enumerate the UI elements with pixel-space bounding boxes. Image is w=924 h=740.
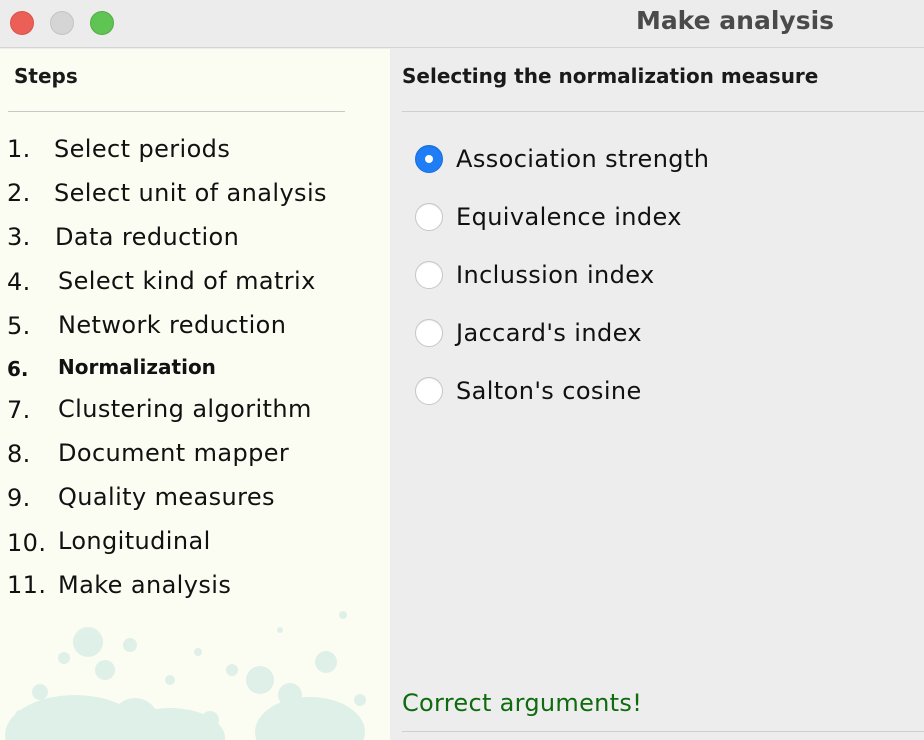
step-label: Document mapper [58,439,290,467]
step-number: 4. [7,268,31,296]
step-label: Make analysis [58,571,232,599]
step-number: 5. [7,312,31,340]
step-label: Normalization [58,355,216,379]
radio-button[interactable] [415,261,443,289]
step-label: Quality measures [58,483,275,511]
panel-divider [402,111,924,112]
step-label: Network reduction [58,311,287,339]
option-association-strength[interactable]: Association strength [415,143,709,175]
status-divider [402,731,924,732]
step-number: 10. [7,529,47,557]
decorative-bubbles [5,611,366,740]
step-number: 2. [7,179,31,207]
step-label: Select kind of matrix [58,267,316,295]
normalization-panel: Selecting the normalization measure Asso… [390,49,924,740]
panel-heading: Selecting the normalization measure [402,64,819,88]
steps-sidebar: Steps 1. Select periods 2. Select unit o… [0,49,390,740]
option-label: Equivalence index [456,203,682,231]
step-label: Select unit of analysis [54,179,327,207]
status-message: Correct arguments! [402,689,643,717]
option-saltons-cosine[interactable]: Salton's cosine [415,375,642,407]
step-number: 3. [7,223,31,251]
radio-button[interactable] [415,145,443,173]
option-inclussion-index[interactable]: Inclussion index [415,259,655,291]
close-window-button[interactable] [10,11,34,35]
minimize-window-button[interactable] [50,11,74,35]
radio-button[interactable] [415,203,443,231]
step-number: 8. [7,440,31,468]
option-equivalence-index[interactable]: Equivalence index [415,201,682,233]
step-label: Clustering algorithm [58,395,312,423]
step-label: Longitudinal [58,527,211,555]
step-label: Select periods [54,135,231,163]
step-number: 7. [7,396,31,424]
option-label: Inclussion index [456,261,655,289]
sidebar-divider [8,111,345,112]
step-number: 11. [7,571,47,599]
step-number: 6. [7,357,29,381]
zoom-window-button[interactable] [90,11,114,35]
option-jaccards-index[interactable]: Jaccard's index [415,317,642,349]
step-number: 9. [7,484,31,512]
option-label: Association strength [456,145,710,173]
title-bar: Make analysis [0,0,924,48]
steps-heading: Steps [14,64,78,88]
radio-button[interactable] [415,319,443,347]
step-label: Data reduction [55,223,240,251]
radio-button[interactable] [415,377,443,405]
step-number: 1. [7,135,31,163]
option-label: Salton's cosine [456,377,642,405]
option-label: Jaccard's index [456,319,642,347]
window-title: Make analysis [635,6,835,35]
